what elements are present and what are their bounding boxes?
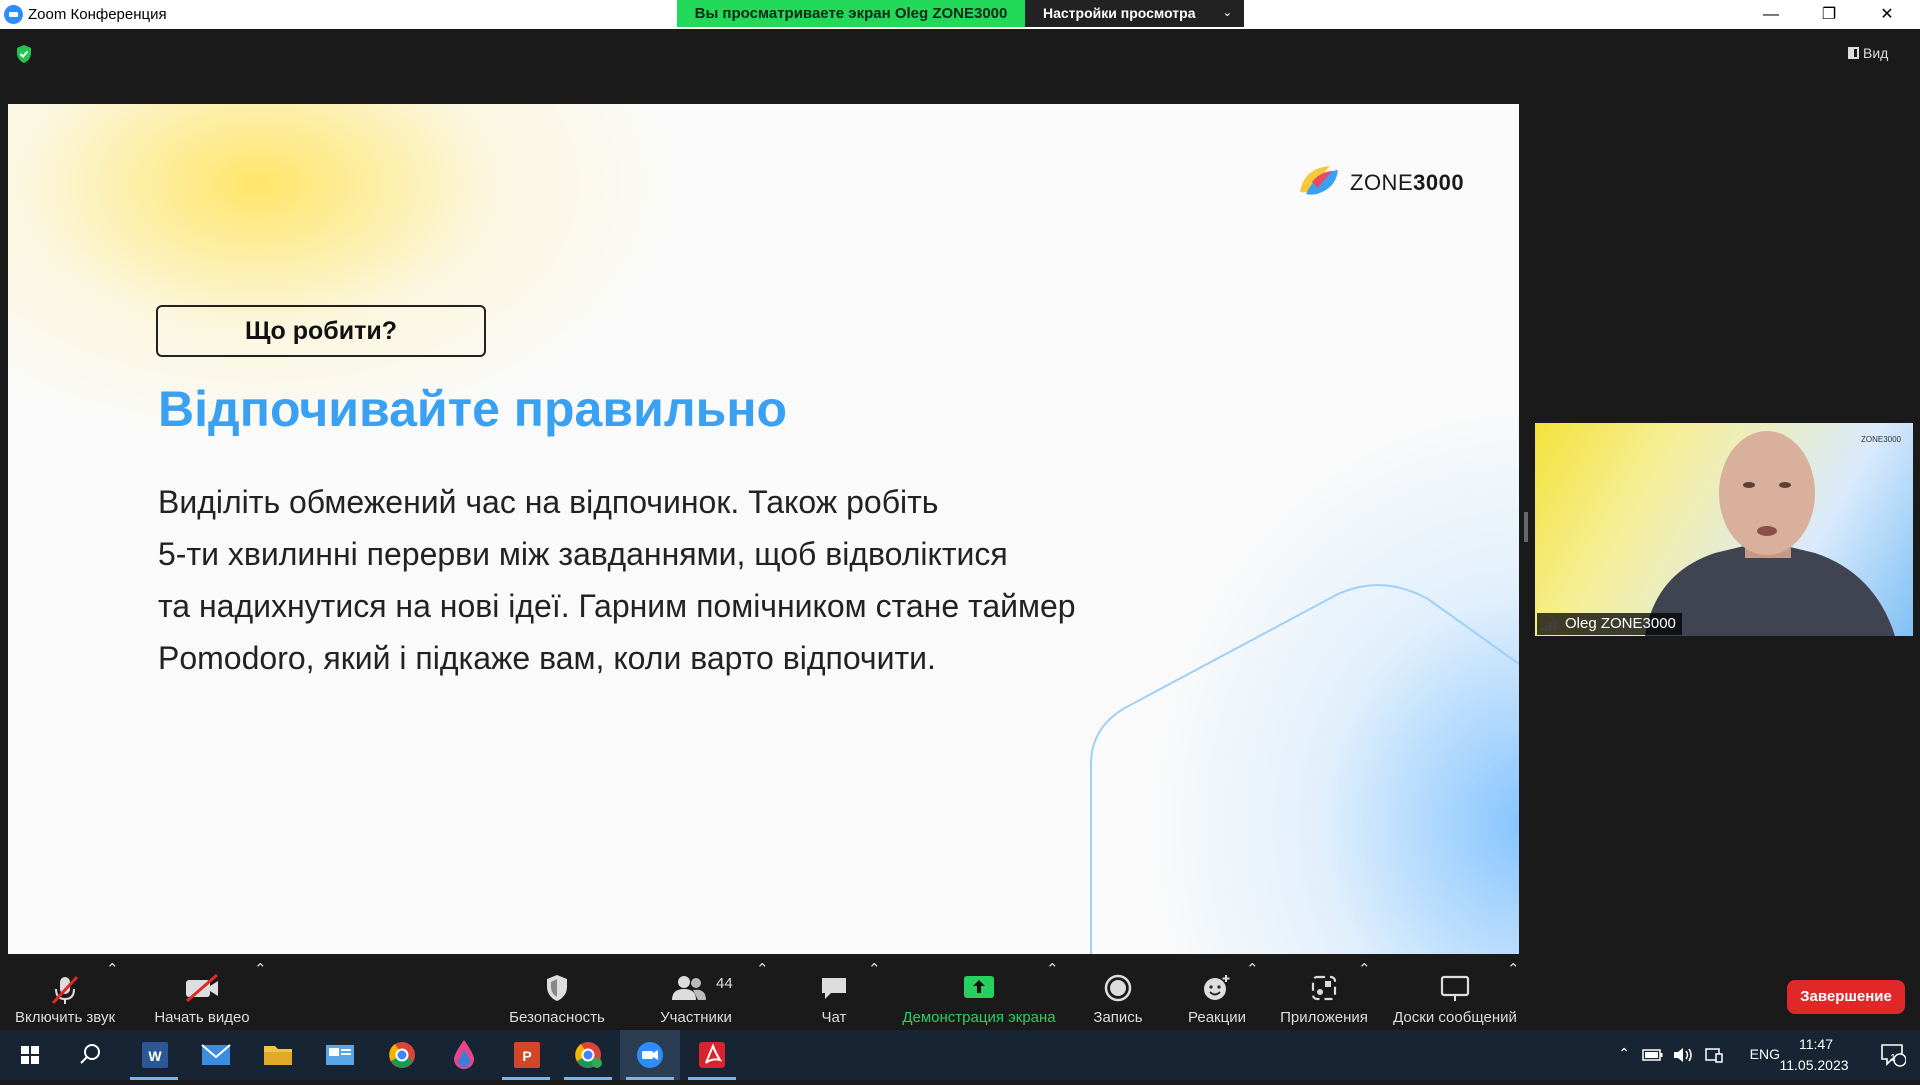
participants-options-caret[interactable]: ⌃ [756,960,769,1030]
shared-screen-slide: ZONE3000 Що робити? Відпочивайте правиль… [8,104,1519,954]
network-icon[interactable] [1704,1046,1724,1064]
record-icon [1104,974,1132,1002]
participant-video-tile[interactable]: ZONE3000 Oleg ZONE3000 [1535,423,1913,636]
chevron-down-icon: ⌄ [1222,7,1232,19]
restore-button[interactable]: ❐ [1800,0,1858,29]
control-panel-icon [326,1045,354,1065]
end-meeting-button[interactable]: Завершение [1787,980,1905,1014]
taskbar-control-panel[interactable] [310,1030,370,1080]
view-settings-dropdown[interactable]: Настройки просмотра ⌄ [1025,0,1244,27]
search-icon [80,1044,100,1064]
security-label: Безопасность [509,1009,605,1026]
svg-text:P: P [522,1048,531,1064]
share-screen-button[interactable]: Демонстрация экрана [896,960,1062,1030]
slide-body-text: Виділіть обмежений час на відпочинок. Та… [158,476,1358,684]
body-line: Pomodoro, який і підкаже вам, коли варто… [158,640,936,676]
start-video-button[interactable]: Начать видео [140,960,264,1030]
taskbar-zoom[interactable] [620,1030,680,1080]
taskbar-search-button[interactable] [60,1030,120,1080]
chat-icon [822,978,846,999]
participants-label: Участники [660,1009,732,1026]
share-options-caret[interactable]: ⌃ [1046,960,1059,1030]
whiteboards-options-caret[interactable]: ⌃ [1507,960,1520,1030]
body-line: 5-ти хвилинні перерви між завданнями, що… [158,536,1008,572]
close-button[interactable]: ✕ [1858,0,1916,29]
view-layout-icon [1848,47,1859,59]
record-label: Запись [1093,1009,1143,1026]
chat-options-caret[interactable]: ⌃ [868,960,881,1030]
reactions-smiley-icon [1204,975,1230,1000]
microphone-muted-icon [51,975,79,1005]
meeting-toolbar: Включить звук ⌃ Начать видео ⌃ Безопасно… [0,960,1920,1030]
participant-video-image [1645,431,1895,636]
tray-overflow-chevron-icon[interactable]: ⌃ [1618,1045,1630,1062]
chat-button[interactable]: Чат [800,960,868,1030]
taskbar-chrome-profile[interactable] [558,1030,618,1080]
volume-icon[interactable] [1672,1046,1694,1064]
video-options-caret[interactable]: ⌃ [254,960,267,1030]
clock-date[interactable]: 11.05.2023 [1776,1057,1852,1073]
security-button[interactable]: Безопасность [500,960,614,1030]
body-line: Виділіть обмежений час на відпочинок. Та… [158,484,939,520]
chat-label: Чат [821,1009,847,1026]
participant-name: Oleg ZONE3000 [1537,613,1682,635]
audio-options-caret[interactable]: ⌃ [106,960,119,1030]
taskbar-acrobat[interactable] [682,1030,742,1080]
title-bar: Zoom Конференция Вы просматриваете экран… [0,0,1920,29]
start-button[interactable] [0,1030,60,1080]
clock-time[interactable]: 11:47 [1786,1036,1846,1052]
apps-options-caret[interactable]: ⌃ [1358,960,1371,1030]
window-title: Zoom Конференция [28,6,167,23]
participants-count: 44 [716,975,733,992]
taskbar-powerpoint[interactable]: P [496,1030,556,1080]
shield-icon[interactable] [15,44,33,64]
reactions-options-caret[interactable]: ⌃ [1246,960,1259,1030]
paint-icon [454,1040,474,1069]
windows-taskbar: W P ⌃ ENG 11:47 11.05.2023 1 [0,1030,1920,1080]
word-icon: W [142,1042,168,1068]
chrome-icon [389,1042,415,1068]
record-button[interactable]: Запись [1084,960,1152,1030]
zoom-app-icon [4,5,23,24]
svg-text:W: W [148,1048,162,1064]
windows-start-icon [21,1046,39,1064]
explorer-icon [264,1046,292,1065]
whiteboards-label: Доски сообщений [1393,1009,1517,1026]
share-screen-icon [964,976,994,998]
whiteboard-icon [1440,975,1470,1001]
share-screen-label: Демонстрация экрана [902,1009,1056,1026]
taskbar-chrome[interactable] [372,1030,432,1080]
taskbar-paint[interactable] [434,1030,494,1080]
reactions-label: Реакции [1188,1009,1246,1026]
question-label: Що робити? [156,305,486,357]
body-line: та надихнутися на нові ідеї. Гарним помі… [158,588,1076,624]
apps-icon [1311,975,1337,1001]
mail-icon [201,1044,231,1065]
slide-heading: Відпочивайте правильно [158,381,788,437]
whiteboards-button[interactable]: Доски сообщений [1388,960,1522,1030]
panel-resize-handle[interactable] [1524,512,1528,542]
view-label: Вид [1863,45,1889,61]
participants-icon [671,976,706,1000]
taskbar-mail[interactable] [186,1030,246,1080]
start-video-label: Начать видео [154,1009,250,1026]
zone3000-logo-icon [1300,166,1338,195]
reactions-button[interactable]: Реакции [1180,960,1254,1030]
chrome-profile-icon [575,1042,602,1068]
view-button[interactable]: Вид [1848,40,1910,66]
minimize-button[interactable]: — [1742,0,1800,29]
zoom-icon [637,1042,663,1068]
battery-icon[interactable] [1642,1047,1664,1063]
taskbar-word[interactable]: W [124,1030,184,1080]
viewing-share-banner: Вы просматриваете экран Oleg ZONE3000 [677,0,1025,27]
zone3000-logo-text: ZONE3000 [1350,170,1465,195]
view-settings-label: Настройки просмотра [1043,5,1196,21]
powerpoint-icon: P [514,1042,540,1068]
security-shield-icon [547,975,567,1001]
notifications-count: 1 [1890,1053,1896,1064]
acrobat-icon [699,1042,725,1068]
video-off-icon [186,973,218,1003]
participants-button[interactable]: 44 Участники [650,960,742,1030]
taskbar-file-explorer[interactable] [248,1030,308,1080]
